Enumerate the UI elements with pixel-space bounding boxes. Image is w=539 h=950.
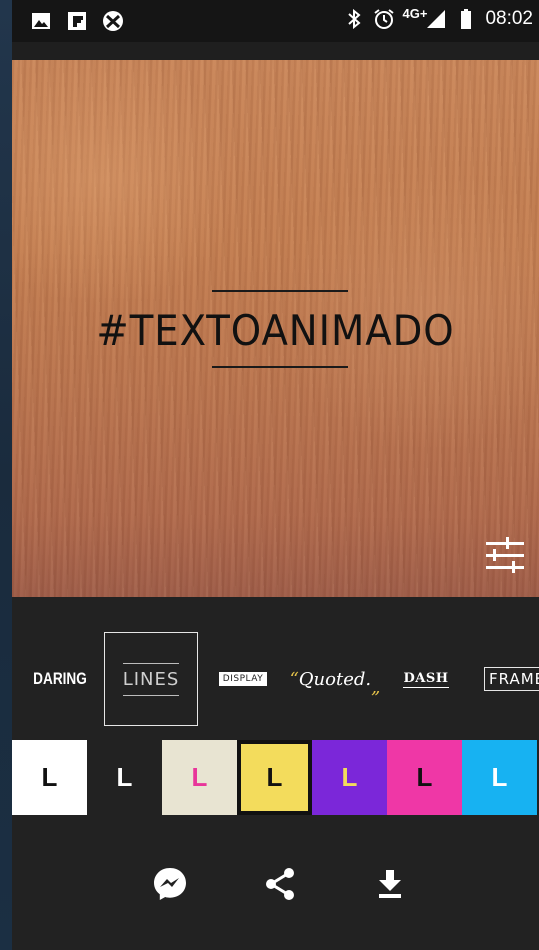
battery-icon	[455, 8, 477, 30]
alarm-icon	[373, 8, 395, 30]
color-swatch-purple[interactable]: L	[312, 740, 387, 815]
style-daring[interactable]: DARING	[33, 632, 87, 726]
headline-text[interactable]: #TEXTOANIMADO	[33, 306, 518, 355]
style-display[interactable]: DISPLAY	[216, 632, 270, 726]
status-bar: 4G+ 08:02	[12, 0, 539, 42]
text-overlay[interactable]: #TEXTOANIMADO	[12, 60, 539, 597]
adjust-button[interactable]	[484, 535, 526, 577]
action-bar	[12, 852, 539, 916]
messenger-button[interactable]	[150, 864, 190, 904]
download-button[interactable]	[370, 864, 410, 904]
decor-line-top	[212, 290, 348, 292]
flipboard-icon	[66, 10, 88, 32]
color-swatch-white[interactable]: L	[12, 740, 87, 815]
color-palette: L L L L L L L	[12, 740, 539, 815]
app-screen: 4G+ 08:02 #TEXTOANIMADO DARING LINES DIS…	[12, 0, 539, 950]
bluetooth-icon	[343, 8, 365, 30]
messenger-icon	[154, 868, 186, 900]
network-type: 4G+	[402, 5, 428, 21]
sliders-icon	[486, 537, 524, 573]
screen-bezel	[0, 0, 12, 950]
share-button[interactable]	[260, 864, 300, 904]
color-swatch-blue[interactable]: L	[462, 740, 537, 815]
toolbar-spacer	[12, 42, 539, 60]
color-swatch-pink[interactable]: L	[387, 740, 462, 815]
style-quoted[interactable]: “ Quoted. „	[290, 632, 381, 726]
color-swatch-cream[interactable]: L	[162, 740, 237, 815]
style-frame[interactable]: FRAME	[484, 632, 539, 726]
signal-icon	[425, 8, 447, 30]
style-lines[interactable]: LINES	[104, 632, 198, 726]
color-swatch-yellow[interactable]: L	[237, 740, 312, 815]
photo-preview[interactable]: #TEXTOANIMADO	[12, 60, 539, 597]
style-picker: DARING LINES DISPLAY “ Quoted. „ DASH FR…	[12, 632, 539, 726]
clock: 08:02	[485, 8, 533, 29]
color-swatch-dark[interactable]: L	[87, 740, 162, 815]
decor-line-bottom	[212, 366, 348, 368]
style-dash[interactable]: DASH	[400, 632, 452, 726]
share-icon	[266, 868, 294, 900]
download-icon	[379, 870, 401, 898]
image-icon	[30, 10, 52, 32]
xbox-icon	[102, 10, 124, 32]
